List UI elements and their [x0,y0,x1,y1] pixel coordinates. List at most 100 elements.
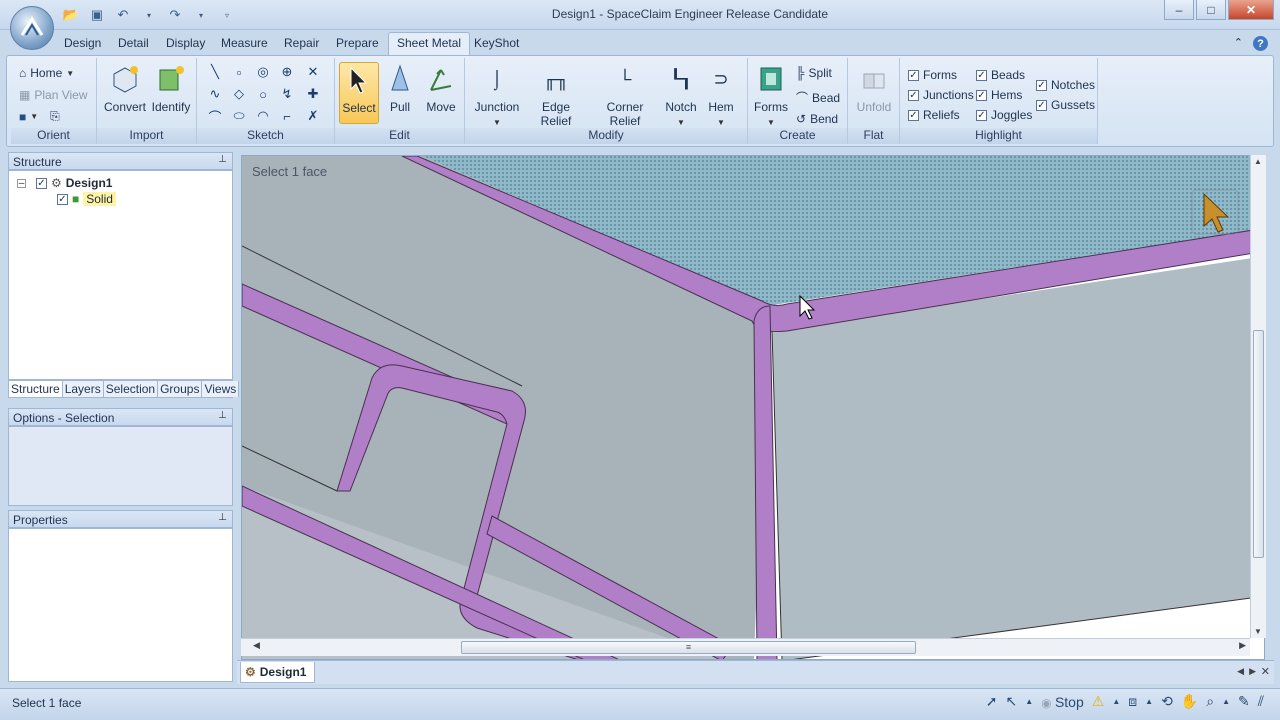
highlight-joggles-checkbox[interactable]: ✓ Joggles [976,108,1032,122]
tab-sheet-metal[interactable]: Sheet Metal [388,32,471,55]
help-icon[interactable]: ? [1253,36,1268,51]
pan-hand-icon[interactable]: ✋ [1181,693,1198,710]
tab-close-icon[interactable]: ✕ [1261,665,1270,678]
chevron-up-icon[interactable]: ▲ [1112,697,1120,706]
vertical-scroll-thumb[interactable] [1253,330,1264,558]
move-tool-button[interactable]: Move [421,62,461,114]
3d-viewport[interactable]: Select 1 face [241,155,1265,660]
ellipse-tool-icon[interactable]: ⬭ [231,108,247,124]
snap-view-icon[interactable]: ⎘ [50,109,60,124]
sketch-mode-icon[interactable]: ✎ [1238,693,1250,710]
scroll-right-icon[interactable]: ▶ [1239,640,1246,651]
line-tool-icon[interactable]: ╲ [207,64,223,80]
group-label-edit: Edit [335,128,464,144]
tree-item-design1[interactable]: – ✓ ⚙ Design1 [17,176,112,190]
identify-button[interactable]: Identify [149,62,193,114]
maximize-button[interactable]: □ [1196,0,1226,20]
hem-button[interactable]: ⊃ Hem ▼ [703,62,739,128]
tangent-arc-icon[interactable]: ⌒ [207,108,223,125]
chevron-up-icon[interactable]: ▲ [1145,697,1153,706]
notch-button[interactable]: ┖┒ Notch ▼ [663,62,699,128]
pin-icon[interactable]: ⊥ [218,154,227,165]
zoom-icon[interactable]: ⌕ [1206,693,1214,710]
chevron-up-icon[interactable]: ▲ [1025,697,1033,706]
corner-tool-icon[interactable]: ⌐ [279,108,295,124]
highlight-forms-checkbox[interactable]: ✓ Forms [908,68,957,82]
horizontal-scroll-thumb[interactable]: ≡ [461,641,916,654]
tab-groups[interactable]: Groups [158,381,203,397]
document-tab-design1[interactable]: ⚙ Design1 [240,662,316,683]
tab-layers[interactable]: Layers [62,381,104,397]
section-mode-icon[interactable]: ⫽ [1258,693,1264,710]
highlight-junctions-checkbox[interactable]: ✓ Junctions [908,88,974,102]
minimize-ribbon-icon[interactable]: ⌃ [1234,36,1243,51]
pointer-icon[interactable]: ↖ [1005,693,1017,710]
tab-views[interactable]: Views [202,381,240,397]
home-button[interactable]: ⌂ Home ▼ [19,66,74,80]
vertical-scrollbar[interactable]: ▲ ▼ [1250,155,1266,638]
spline-tool-icon[interactable]: ∿ [207,86,223,102]
warning-icon[interactable]: ⚠ [1092,693,1105,710]
highlight-beads-checkbox[interactable]: ✓ Beads [976,68,1025,82]
close-button[interactable]: ✕ [1228,0,1274,20]
horizontal-scrollbar[interactable]: ◀ ≡ ▶ [241,638,1250,656]
select-tool-button[interactable]: Select [339,62,379,124]
sweep-arc-icon[interactable]: ◠ [255,108,271,124]
tab-structure[interactable]: Structure [9,381,63,397]
junction-button[interactable]: ⌡ Junction ▼ [473,62,521,128]
circle-tool-icon[interactable]: ◎ [255,64,271,80]
scroll-up-icon[interactable]: ▲ [1254,157,1262,166]
highlight-gussets-checkbox[interactable]: ✓ Gussets [1036,98,1095,112]
bend-tool-icon[interactable]: ✗ [305,108,321,124]
tab-selection[interactable]: Selection [103,381,159,397]
bend-button[interactable]: ↺ Bend [796,112,838,126]
tab-design[interactable]: Design [64,36,101,50]
notch-icon: ┖┒ [670,68,692,89]
tab-prepare[interactable]: Prepare [336,36,379,50]
scroll-down-icon[interactable]: ▼ [1254,627,1262,636]
spin-icon[interactable]: ⟲ [1161,693,1173,710]
application-menu-button[interactable] [10,6,54,50]
tab-keyshot[interactable]: KeyShot [474,36,519,50]
tab-next-icon[interactable]: ▶ [1249,666,1256,677]
three-point-rect-icon[interactable]: ◇ [231,86,247,102]
forms-button[interactable]: Forms ▼ [752,62,790,127]
convert-button[interactable]: Convert [103,62,147,114]
three-point-circle-icon[interactable]: ○ [255,86,271,102]
polygon-tool-icon[interactable]: ⊕ [279,64,295,80]
tab-repair[interactable]: Repair [284,36,319,50]
plan-view-button[interactable]: ▦ Plan View [19,88,88,102]
visibility-checkbox[interactable]: ✓ [57,193,68,205]
select-mode-icon[interactable]: ➚ [986,693,998,710]
tab-prev-icon[interactable]: ◀ [1237,666,1244,677]
pin-icon[interactable]: ⊥ [218,512,227,523]
chevron-down-icon: ▼ [717,118,725,127]
project-icon[interactable]: ✚ [305,86,321,102]
tab-display[interactable]: Display [166,36,205,50]
chevron-up-icon[interactable]: ▲ [1222,697,1230,706]
highlight-hems-checkbox[interactable]: ✓ Hems [976,88,1022,102]
visibility-checkbox[interactable]: ✓ [36,177,47,189]
minimize-button[interactable]: – [1164,0,1194,20]
split-button[interactable]: ╠ Split [796,66,832,80]
unfold-button[interactable]: Unfold [853,62,895,114]
tab-detail[interactable]: Detail [118,36,149,50]
offset-curve-icon[interactable]: ↯ [279,86,295,102]
highlight-notches-checkbox[interactable]: ✓ Notches [1036,78,1095,92]
highlight-reliefs-checkbox[interactable]: ✓ Reliefs [908,108,960,122]
view-cube-icon[interactable]: ⧈ [1128,693,1137,710]
design-icon: ⚙ [245,665,256,679]
rectangle-tool-icon[interactable]: ▫ [231,64,247,80]
stop-button[interactable]: ◉ Stop [1041,694,1084,710]
bead-button[interactable]: ⌒ Bead [796,89,840,106]
collapse-icon[interactable]: – [17,178,26,188]
scroll-left-icon[interactable]: ◀ [253,640,260,651]
tree-item-solid[interactable]: ✓ ■ Solid [57,192,116,206]
tab-measure[interactable]: Measure [221,36,268,50]
view-cube-button[interactable]: ■ ▼ ⎘ [19,109,60,124]
trim-tool-icon[interactable]: ✕ [305,64,321,80]
pin-icon[interactable]: ⊥ [218,410,227,421]
sheet-metal-model[interactable] [242,156,1265,660]
group-label-orient: Orient [11,128,96,144]
pull-tool-button[interactable]: Pull [381,62,419,114]
